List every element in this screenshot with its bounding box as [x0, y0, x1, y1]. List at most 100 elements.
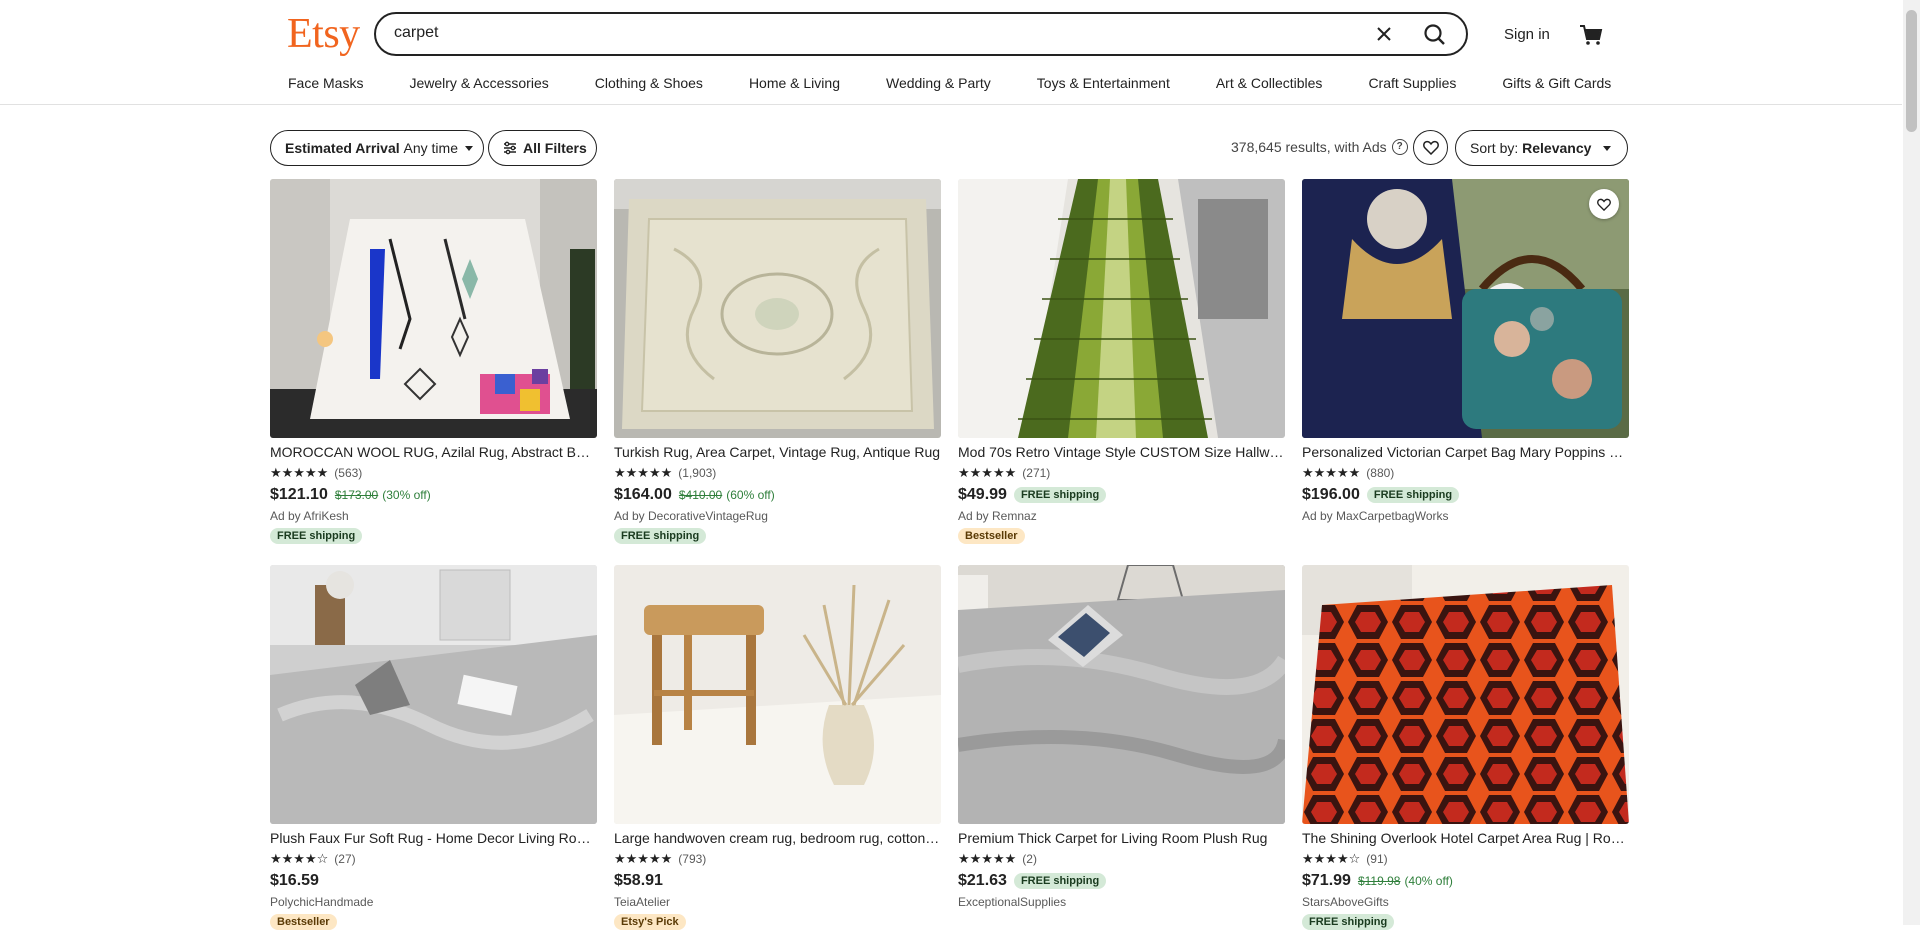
- listing-image[interactable]: [1302, 565, 1629, 824]
- listing-image[interactable]: [270, 565, 597, 824]
- original-price: $173.00: [334, 488, 379, 502]
- listing-title[interactable]: The Shining Overlook Hotel Carpet Area R…: [1302, 830, 1629, 846]
- price-row: $164.00 $410.00 (60% off): [614, 486, 941, 504]
- listing-card[interactable]: Personalized Victorian Carpet Bag Mary P…: [1302, 179, 1629, 523]
- listing-card[interactable]: Mod 70s Retro Vintage Style CUSTOM Size …: [958, 179, 1285, 544]
- listing-title[interactable]: Mod 70s Retro Vintage Style CUSTOM Size …: [958, 444, 1285, 460]
- listing-card[interactable]: Turkish Rug, Area Carpet, Vintage Rug, A…: [614, 179, 941, 544]
- discount-percent: (30% off): [382, 488, 431, 502]
- clear-icon[interactable]: [1374, 24, 1394, 44]
- listing-rating: ★★★★★ (271): [958, 465, 1285, 481]
- search-bar[interactable]: [374, 12, 1468, 56]
- review-count: (27): [334, 852, 356, 866]
- price-row: $121.10 $173.00 (30% off): [270, 486, 597, 504]
- review-count: (793): [678, 852, 707, 866]
- bestseller-badge: Bestseller: [270, 914, 337, 930]
- price-row: $21.63 FREE shipping: [958, 872, 1285, 890]
- caret-down-icon: [1603, 145, 1612, 151]
- listing-price: $21.63: [958, 872, 1007, 889]
- search-input[interactable]: [394, 24, 1294, 42]
- listing-image[interactable]: [614, 565, 941, 824]
- seller-name[interactable]: StarsAboveGifts: [1302, 895, 1629, 909]
- nav-toys-entertainment[interactable]: Toys & Entertainment: [1037, 75, 1170, 91]
- sign-in-link[interactable]: Sign in: [1504, 26, 1550, 43]
- listing-image[interactable]: [270, 179, 597, 438]
- seller-name[interactable]: Ad by AfriKesh: [270, 509, 597, 523]
- listing-card[interactable]: MOROCCAN WOOL RUG, Azilal Rug, Abstract …: [270, 179, 597, 544]
- seller-name[interactable]: PolychicHandmade: [270, 895, 597, 909]
- original-price: $119.98: [1357, 874, 1401, 888]
- sort-value: Relevancy: [1522, 140, 1592, 156]
- nav-art-collectibles[interactable]: Art & Collectibles: [1216, 75, 1323, 91]
- free-shipping-badge: FREE shipping: [614, 528, 707, 544]
- nav-gifts-gift-cards[interactable]: Gifts & Gift Cards: [1502, 75, 1611, 91]
- search-icon[interactable]: [1422, 22, 1448, 48]
- site-header: Etsy Sign in Face Masks Jewelry & Access…: [0, 0, 1902, 105]
- sort-dropdown[interactable]: Sort by: Relevancy: [1455, 130, 1628, 166]
- listing-image[interactable]: [1302, 179, 1629, 438]
- listing-price: $121.10: [270, 486, 328, 503]
- arrival-value: Any time: [403, 140, 458, 156]
- listing-title[interactable]: MOROCCAN WOOL RUG, Azilal Rug, Abstract …: [270, 444, 597, 460]
- results-count: 378,645 results, with Ads ?: [1231, 139, 1408, 155]
- review-count: (563): [334, 466, 363, 480]
- etsy-logo[interactable]: Etsy: [287, 10, 360, 58]
- listing-title[interactable]: Premium Thick Carpet for Living Room Plu…: [958, 830, 1285, 846]
- seller-name[interactable]: Ad by DecorativeVintageRug: [614, 509, 941, 523]
- listing-image[interactable]: [958, 179, 1285, 438]
- listing-rating: ★★★★★ (2): [958, 851, 1285, 867]
- nav-face-masks[interactable]: Face Masks: [288, 75, 363, 91]
- listing-rating: ★★★★☆ (91): [1302, 851, 1629, 867]
- listing-rating: ★★★★★ (563): [270, 465, 597, 481]
- results-text: 378,645 results, with Ads: [1231, 139, 1387, 155]
- price-row: $196.00 FREE shipping: [1302, 486, 1629, 504]
- seller-name[interactable]: Ad by MaxCarpetbagWorks: [1302, 509, 1629, 523]
- arrival-label: Estimated Arrival: [285, 140, 400, 156]
- page-scrollbar[interactable]: [1903, 0, 1920, 925]
- listing-card[interactable]: Large handwoven cream rug, bedroom rug, …: [614, 565, 941, 930]
- star-rating: ★★★★★: [270, 465, 329, 480]
- listing-image[interactable]: [958, 565, 1285, 824]
- category-nav: Face Masks Jewelry & Accessories Clothin…: [288, 75, 1611, 91]
- free-shipping-badge: FREE shipping: [1302, 914, 1395, 930]
- listing-title[interactable]: Turkish Rug, Area Carpet, Vintage Rug, A…: [614, 444, 941, 460]
- all-filters-label: All Filters: [523, 140, 587, 156]
- discount-percent: (40% off): [1404, 874, 1453, 888]
- question-icon[interactable]: ?: [1391, 139, 1408, 155]
- save-search-button[interactable]: [1413, 130, 1448, 165]
- star-rating: ★★★★☆: [270, 851, 329, 866]
- listing-rating: ★★★★★ (1,903): [614, 465, 941, 481]
- nav-clothing-shoes[interactable]: Clothing & Shoes: [595, 75, 703, 91]
- nav-wedding-party[interactable]: Wedding & Party: [886, 75, 991, 91]
- listing-title[interactable]: Large handwoven cream rug, bedroom rug, …: [614, 830, 941, 846]
- cart-icon[interactable]: [1578, 22, 1604, 48]
- bestseller-badge: Bestseller: [958, 528, 1025, 544]
- listing-card[interactable]: Plush Faux Fur Soft Rug - Home Decor Liv…: [270, 565, 597, 930]
- review-count: (91): [1366, 852, 1388, 866]
- listing-title[interactable]: Plush Faux Fur Soft Rug - Home Decor Liv…: [270, 830, 597, 846]
- listing-title[interactable]: Personalized Victorian Carpet Bag Mary P…: [1302, 444, 1629, 460]
- listing-image[interactable]: [614, 179, 941, 438]
- free-shipping-badge: FREE shipping: [1366, 487, 1460, 503]
- listing-price: $196.00: [1302, 486, 1360, 503]
- filter-sliders-icon: [503, 141, 517, 155]
- caret-down-icon: [465, 145, 473, 151]
- heart-icon: [1422, 140, 1439, 155]
- free-shipping-badge: FREE shipping: [1013, 487, 1107, 503]
- seller-name[interactable]: Ad by Remnaz: [958, 509, 1285, 523]
- nav-jewelry-accessories[interactable]: Jewelry & Accessories: [409, 75, 548, 91]
- star-rating: ★★★★★: [614, 465, 673, 480]
- seller-name[interactable]: ExceptionalSupplies: [958, 895, 1285, 909]
- listing-card[interactable]: Premium Thick Carpet for Living Room Plu…: [958, 565, 1285, 909]
- listing-card[interactable]: The Shining Overlook Hotel Carpet Area R…: [1302, 565, 1629, 930]
- nav-home-living[interactable]: Home & Living: [749, 75, 840, 91]
- star-rating: ★★★★★: [958, 465, 1017, 480]
- seller-name[interactable]: TeiaAtelier: [614, 895, 941, 909]
- listing-rating: ★★★★☆ (27): [270, 851, 597, 867]
- all-filters-button[interactable]: All Filters: [488, 130, 597, 166]
- scrollbar-thumb[interactable]: [1906, 10, 1917, 132]
- estimated-arrival-dropdown[interactable]: Estimated Arrival Any time: [270, 130, 484, 166]
- favorite-button[interactable]: [1589, 189, 1619, 219]
- star-rating: ★★★★★: [1302, 465, 1361, 480]
- nav-craft-supplies[interactable]: Craft Supplies: [1368, 75, 1456, 91]
